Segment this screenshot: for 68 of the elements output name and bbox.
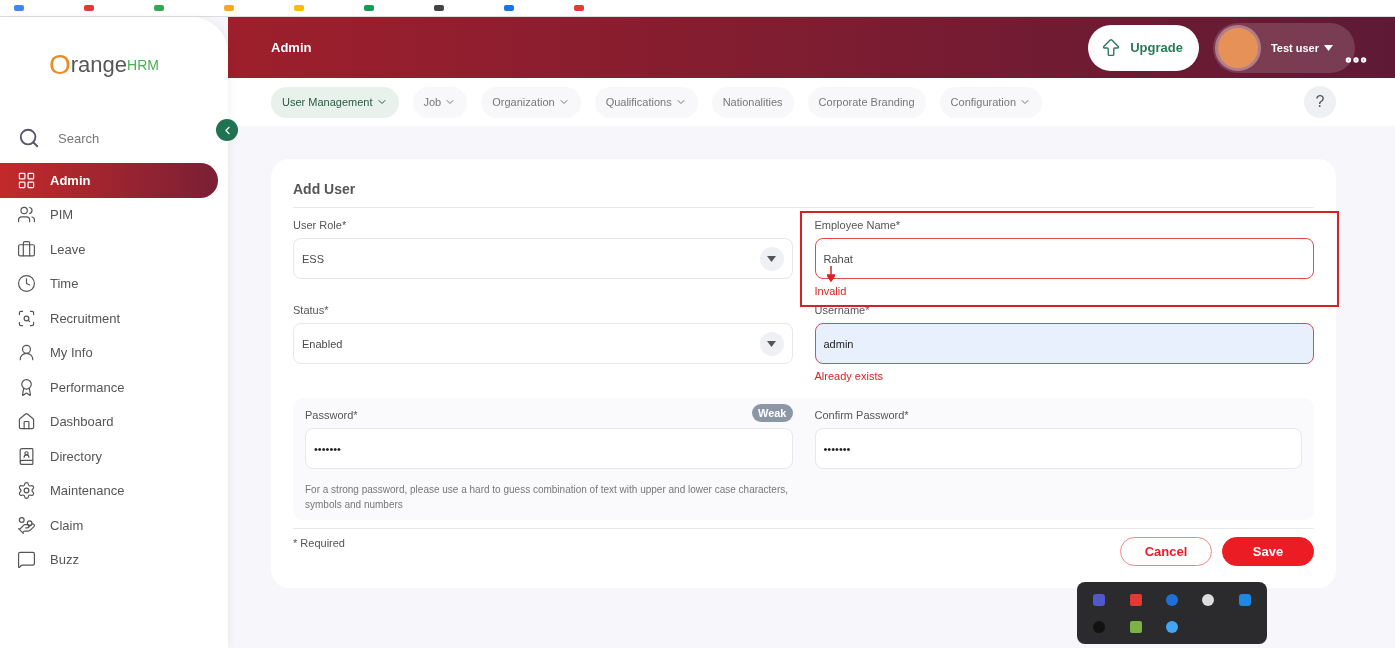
collapse-button[interactable] (216, 119, 238, 141)
cancel-button[interactable]: Cancel (1120, 537, 1212, 566)
sidebar-item[interactable]: Buzz (0, 542, 218, 577)
bookmark-icon[interactable] (504, 5, 514, 11)
caret-icon[interactable] (1324, 44, 1333, 51)
error-text: Already exists (814, 370, 883, 382)
field-label: Confirm Password* (814, 408, 909, 422)
field-label: Status* (293, 303, 329, 317)
save-button[interactable]: Save (1222, 537, 1314, 566)
user-menu[interactable]: Test user (1270, 41, 1319, 54)
briefcase-icon (17, 239, 36, 259)
sidebar-item[interactable]: Leave (0, 232, 218, 267)
gear-icon (17, 481, 36, 501)
sidebar-item[interactable]: PIM (0, 197, 218, 232)
bookmark-icon[interactable] (84, 5, 94, 11)
bookmark-icon[interactable] (364, 5, 374, 11)
nav-tab[interactable]: Corporate Branding (807, 86, 926, 118)
caret-icon (759, 246, 784, 271)
field-label: Password* (305, 408, 358, 422)
bookmark-icon[interactable] (574, 5, 584, 11)
sidebar-item[interactable]: Dashboard (0, 404, 218, 439)
nav-tab[interactable]: User Management (271, 86, 399, 118)
bookmark-icon[interactable] (434, 5, 444, 11)
logo: OrangeHRM (48, 48, 160, 82)
search-field[interactable]: Search (58, 130, 100, 146)
password-field[interactable]: ••••••• (305, 428, 793, 469)
required-note: * Required (293, 537, 346, 549)
avatar[interactable] (1214, 24, 1261, 71)
field-label: User Role* (293, 218, 347, 232)
input-field[interactable]: Rahat (814, 238, 1314, 279)
home-icon (17, 412, 36, 432)
nav-tab[interactable]: Configuration (939, 86, 1043, 118)
sidebar-item[interactable]: Performance (0, 370, 218, 405)
sidebar-item[interactable]: Directory (0, 439, 218, 474)
password-field[interactable]: ••••••• (814, 428, 1302, 469)
help-button[interactable]: ? (1304, 86, 1336, 118)
input-field[interactable]: admin (814, 323, 1314, 364)
sidebar-item[interactable]: My Info (0, 335, 218, 370)
password-hint: For a strong password, please use a hard to guess combination of text with upper and lower case characters, symbols and numbers (305, 483, 790, 512)
circle-icon[interactable] (1166, 593, 1178, 606)
bookmark-icon[interactable] (14, 5, 24, 11)
page-title: Admin (271, 40, 313, 55)
person-icon (17, 343, 36, 363)
search-icon (18, 127, 40, 149)
sidebar-item[interactable]: Admin (0, 163, 218, 198)
caret-icon (759, 331, 784, 356)
form-title: Add User (293, 181, 356, 197)
sidebar-item[interactable]: Claim (0, 508, 218, 543)
select-field[interactable]: ESS (293, 238, 793, 279)
select-field[interactable]: Enabled (293, 323, 793, 364)
sidebar-item[interactable]: Recruitment (0, 301, 218, 336)
nav-tab[interactable]: Qualifications (594, 86, 698, 118)
error-text: Invalid (814, 285, 847, 297)
upgrade-button[interactable]: Upgrade (1088, 24, 1199, 71)
chat-icon (17, 550, 36, 570)
nav-tab[interactable]: Job (412, 86, 468, 118)
field-label: Employee Name* (814, 218, 901, 232)
sidebar-item[interactable]: Maintenance (0, 473, 218, 508)
square-icon[interactable] (1129, 593, 1142, 606)
annotation-arrow (826, 266, 835, 282)
clock-icon (17, 274, 36, 294)
nav-tab[interactable]: Organization (481, 86, 581, 118)
strength-badge: Weak (751, 404, 793, 422)
nav-tab[interactable]: Nationalities (711, 86, 794, 118)
sidebar-item[interactable]: Time (0, 266, 218, 301)
hand-coin-icon (17, 515, 36, 535)
contact-book-icon (17, 446, 36, 466)
field-label: Username* (814, 303, 870, 317)
